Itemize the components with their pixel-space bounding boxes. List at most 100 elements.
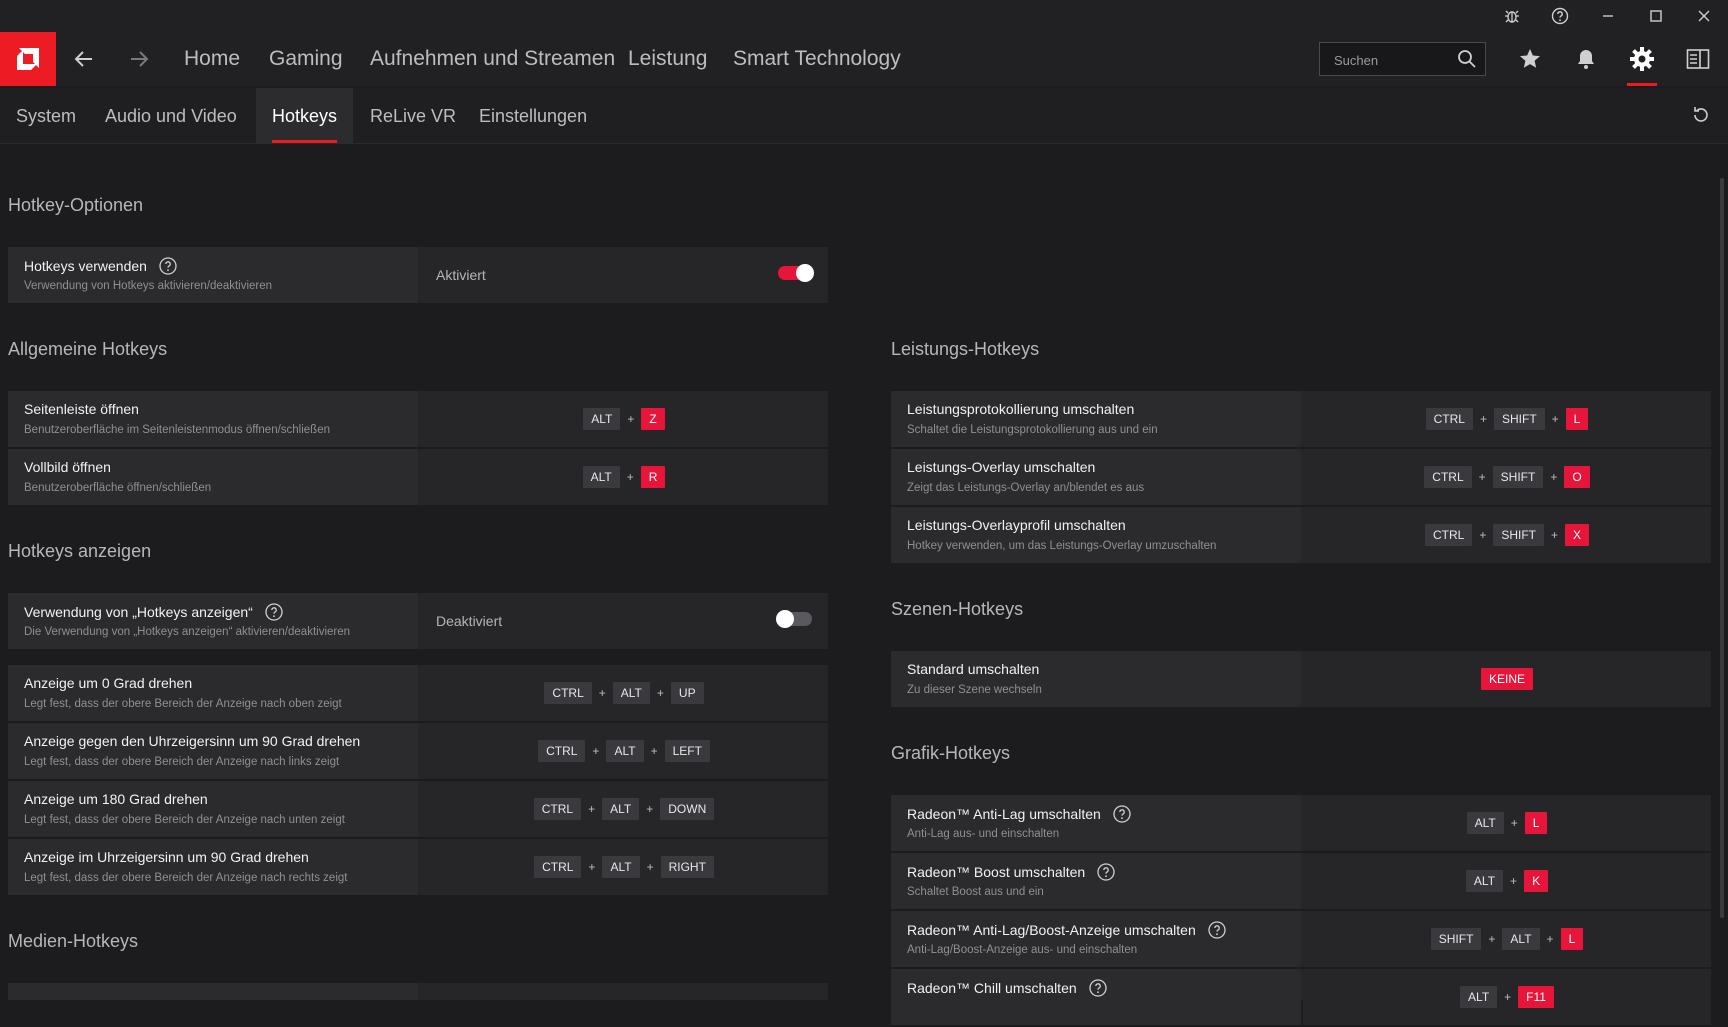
amd-logo-icon[interactable]	[0, 32, 56, 86]
bug-report-icon[interactable]	[1488, 0, 1536, 32]
key-cap: O	[1564, 466, 1590, 488]
plus-separator: +	[1551, 412, 1559, 426]
section-title-hotkey-options: Hotkey-Optionen	[8, 195, 144, 215]
hotkey-title: Anzeige um 180 Grad drehen	[24, 791, 208, 807]
vertical-scrollbar[interactable]	[1720, 178, 1724, 918]
hotkey-row: Radeon™ Chill umschalten ALT + F11	[891, 969, 1711, 1027]
section-title-media-hotkeys: Medien-Hotkeys	[8, 931, 139, 951]
help-circle-icon[interactable]	[1088, 979, 1107, 997]
hotkey-binding[interactable]: CTRL + ALT + UP	[420, 665, 828, 721]
key-cap: ALT	[602, 856, 640, 878]
nav-gaming[interactable]: Gaming	[269, 32, 343, 86]
hotkey-binding[interactable]: ALT + F11	[1303, 969, 1711, 1025]
hotkey-binding[interactable]: CTRL + SHIFT + L	[1303, 391, 1711, 447]
plus-separator: +	[1478, 470, 1486, 484]
hotkey-row: Leistungs-Overlay umschalten Zeigt das Le…	[891, 449, 1711, 507]
key-cap: CTRL	[1424, 524, 1473, 546]
key-cap: K	[1524, 870, 1549, 892]
active-tab-indicator	[272, 140, 338, 143]
hotkey-row: Radeon™ Boost umschalten Schaltet Boost a…	[891, 853, 1711, 911]
plus-separator: +	[646, 860, 654, 874]
plus-separator: +	[1479, 412, 1487, 426]
nav-home[interactable]: Home	[184, 32, 240, 86]
setting-row: Hotkeys verwenden Verwendung von Hotkeys…	[8, 247, 828, 305]
active-indicator	[1627, 83, 1657, 86]
favorites-star-icon[interactable]	[1502, 32, 1558, 86]
help-icon[interactable]	[1536, 0, 1584, 32]
key-cap: ALT	[602, 798, 640, 820]
section-title-graphics-hotkeys: Grafik-Hotkeys	[891, 743, 1011, 763]
close-icon[interactable]	[1680, 0, 1728, 32]
graphics-hotkeys-panel: Radeon™ Anti-Lag umschalten Anti-Lag aus-…	[891, 795, 1711, 1027]
section-title-performance-hotkeys: Leistungs-Hotkeys	[891, 339, 1040, 359]
hotkey-subtitle: Hotkey verwenden, um das Leistungs-Overl…	[907, 540, 1217, 552]
tab-settings[interactable]: Einstellungen	[463, 88, 603, 143]
hotkey-subtitle: Zeigt das Leistungs-Overlay an/blendet e…	[907, 482, 1145, 494]
search-icon[interactable]	[1457, 49, 1477, 69]
scene-hotkeys-panel: Standard umschalten Zu dieser Szene wechs…	[891, 651, 1711, 709]
hotkey-binding[interactable]: ALT + L	[1303, 795, 1711, 851]
hotkey-title: Radeon™ Boost umschalten	[907, 864, 1086, 880]
key-cap: Z	[641, 408, 665, 430]
key-cap: L	[1565, 408, 1589, 430]
hotkey-binding[interactable]: CTRL + SHIFT + X	[1303, 507, 1711, 563]
hotkey-binding[interactable]: ALT + K	[1303, 853, 1711, 909]
plus-separator: +	[588, 860, 596, 874]
hotkey-title: Seitenleiste öffnen	[24, 401, 139, 417]
help-circle-icon[interactable]	[1097, 863, 1115, 881]
hotkey-binding[interactable]: CTRL + ALT + LEFT	[420, 723, 828, 779]
hotkey-binding[interactable]: CTRL + SHIFT + O	[1303, 449, 1711, 505]
plus-separator: +	[588, 802, 596, 816]
help-circle-icon[interactable]	[265, 603, 283, 621]
key-cap: ALT	[612, 682, 650, 704]
maximize-icon[interactable]	[1632, 0, 1680, 32]
nav-smart-technology[interactable]: Smart Technology	[733, 32, 901, 86]
search-input[interactable]	[1320, 43, 1466, 77]
hotkey-binding[interactable]: ALT + Z	[420, 391, 828, 447]
plus-separator: +	[1510, 874, 1518, 888]
hotkey-subtitle: Schaltet Boost aus und ein	[907, 886, 1044, 898]
setting-title: Hotkeys verwenden	[24, 258, 147, 274]
help-circle-icon[interactable]	[1208, 921, 1226, 939]
hotkey-title: Radeon™ Anti-Lag umschalten	[907, 806, 1101, 822]
plus-separator: +	[650, 744, 658, 758]
key-cap: ALT	[583, 408, 621, 430]
show-hotkeys-panel: Anzeige um 0 Grad drehen Legt fest, dass …	[8, 665, 828, 897]
key-cap: CTRL	[1425, 408, 1473, 430]
notifications-bell-icon[interactable]	[1558, 32, 1614, 86]
performance-hotkeys-panel: Leistungsprotokollierung umschalten Schal…	[891, 391, 1711, 565]
tab-audio-video[interactable]: Audio und Video	[89, 88, 253, 143]
key-cap: LEFT	[664, 740, 710, 762]
plus-separator: +	[1488, 932, 1496, 946]
plus-separator: +	[627, 412, 635, 426]
tab-hotkeys[interactable]: Hotkeys	[256, 88, 354, 143]
tab-hotkeys-label: Hotkeys	[272, 106, 338, 126]
hotkey-binding[interactable]: ALT + R	[420, 449, 828, 505]
hotkey-binding[interactable]: SHIFT + ALT + L	[1303, 911, 1711, 967]
tab-relive-vr[interactable]: ReLive VR	[354, 88, 472, 143]
hotkey-title: Leistungs-Overlay umschalten	[907, 459, 1096, 475]
nav-performance[interactable]: Leistung	[628, 32, 707, 86]
nav-record-stream[interactable]: Aufnehmen und Streamen	[370, 32, 615, 86]
tab-system[interactable]: System	[0, 88, 92, 143]
help-circle-icon[interactable]	[1113, 805, 1131, 823]
hotkey-binding[interactable]: CTRL + ALT + RIGHT	[420, 839, 828, 895]
show-hotkeys-toggle-switch[interactable]	[776, 610, 812, 628]
minimize-icon[interactable]	[1584, 0, 1632, 32]
help-circle-icon[interactable]	[159, 257, 177, 275]
reset-icon[interactable]	[1686, 100, 1716, 130]
hotkey-subtitle: Schaltet die Leistungsprotokollierung au…	[907, 424, 1158, 436]
sidebar-toggle-icon[interactable]	[1670, 32, 1726, 86]
key-cap: DOWN	[660, 798, 715, 820]
back-arrow-icon[interactable]	[60, 32, 108, 86]
hotkey-row: Radeon™ Anti-Lag umschalten Anti-Lag aus-…	[891, 795, 1711, 853]
hotkey-row: Leistungs-Overlayprofil umschalten Hotkey…	[891, 507, 1711, 565]
settings-gear-icon[interactable]	[1614, 32, 1670, 86]
hotkey-binding[interactable]: KEINE	[1303, 651, 1711, 707]
hotkey-binding[interactable]: CTRL + ALT + DOWN	[420, 781, 828, 837]
forward-arrow-icon[interactable]	[115, 32, 163, 86]
section-title-show-hotkeys: Hotkeys anzeigen	[8, 541, 152, 561]
status-text: Aktiviert	[436, 267, 486, 283]
key-cap: CTRL	[534, 856, 582, 878]
hotkeys-toggle-switch[interactable]	[778, 264, 814, 282]
